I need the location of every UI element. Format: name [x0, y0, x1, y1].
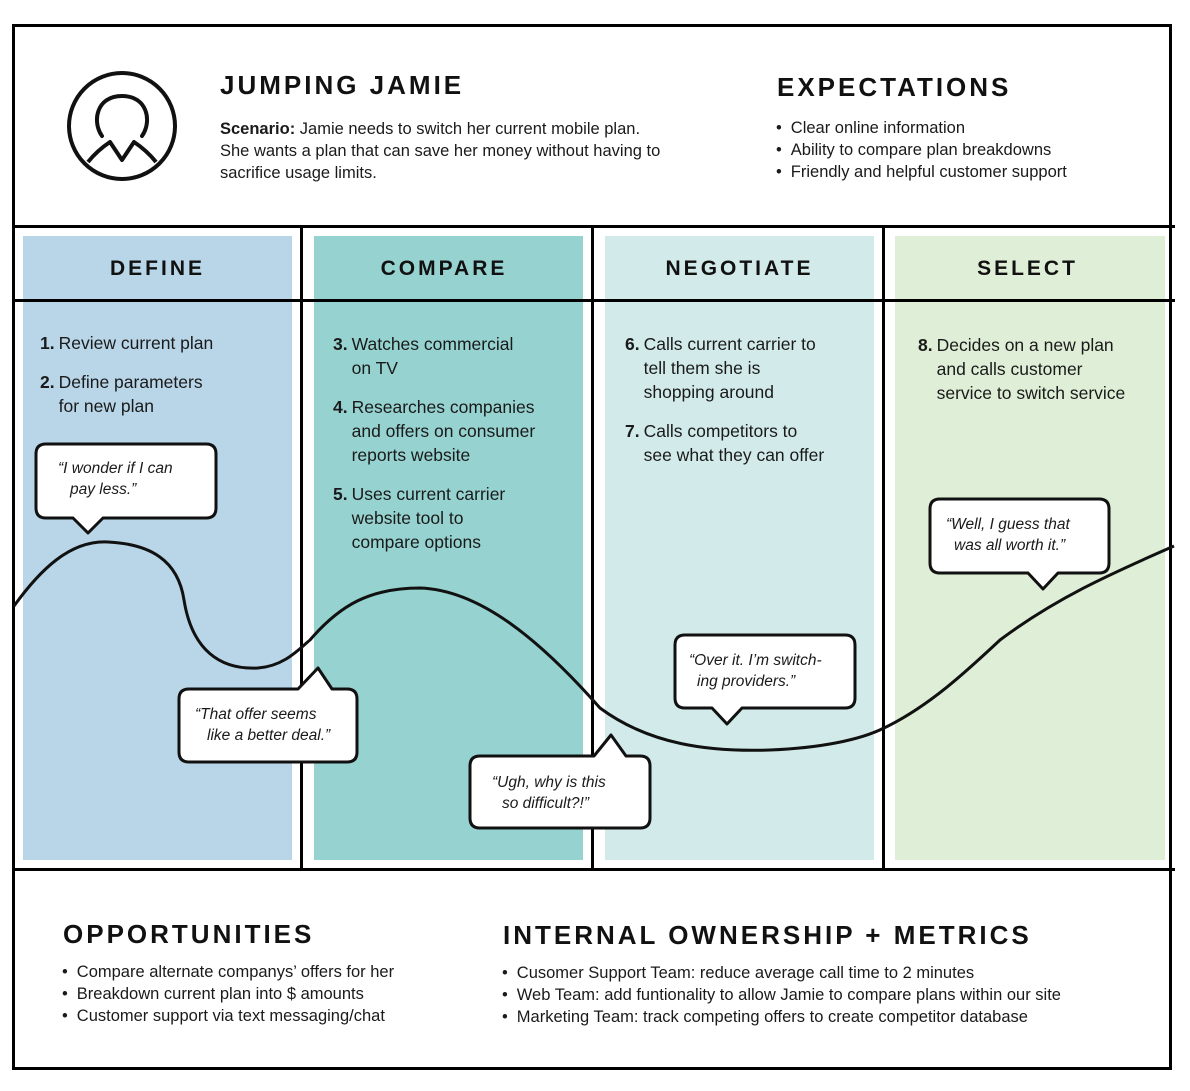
opportunity-item: Customer support via text messaging/chat: [62, 1005, 394, 1027]
ownership-item: Cusomer Support Team: reduce average cal…: [502, 962, 1061, 984]
opportunity-item: Breakdown current plan into $ amounts: [62, 983, 394, 1005]
ownership-item: Web Team: add funtionality to allow Jami…: [502, 984, 1061, 1006]
quote-select: “Well, I guess that was all worth it.”: [946, 516, 1070, 554]
ownership-list: Cusomer Support Team: reduce average cal…: [502, 962, 1061, 1028]
opportunity-item: Compare alternate companys’ offers for h…: [62, 961, 394, 983]
quote-define: “I wonder if I can pay less.”: [58, 460, 173, 498]
opportunities-list: Compare alternate companys’ offers for h…: [62, 961, 394, 1027]
opportunities-title: OPPORTUNITIES: [63, 919, 315, 949]
quote-frustration: “Ugh, why is this so difficult?!”: [492, 774, 606, 812]
quote-compare: “That offer seems like a better deal.”: [195, 706, 331, 744]
quote-negotiate: “Over it. I’m switch- ing providers.”: [689, 652, 822, 690]
ownership-title: INTERNAL OWNERSHIP + METRICS: [503, 920, 1032, 950]
ownership-item: Marketing Team: track competing offers t…: [502, 1006, 1061, 1028]
